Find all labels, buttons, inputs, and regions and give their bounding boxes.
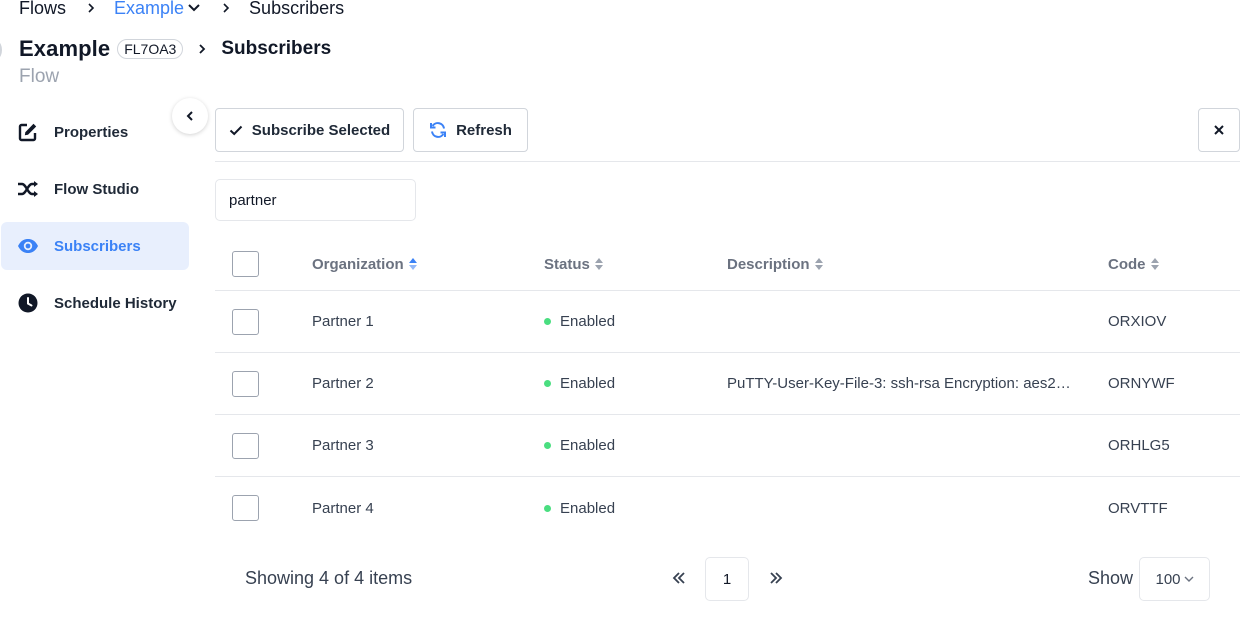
row-checkbox[interactable] xyxy=(232,308,259,335)
search-input[interactable] xyxy=(215,179,416,221)
table-row[interactable]: Partner 2 Enabled PuTTY-User-Key-File-3:… xyxy=(215,353,1240,415)
page-section-title: Subscribers xyxy=(221,38,332,59)
code-cell: ORXIOV xyxy=(1108,313,1167,330)
shuffle-icon xyxy=(17,178,39,200)
status-enabled-dot xyxy=(544,318,551,325)
last-page-button[interactable] xyxy=(761,566,791,590)
chevron-down-icon xyxy=(188,4,200,12)
status-text: Enabled xyxy=(560,375,616,392)
status-enabled-dot xyxy=(544,380,551,387)
subscribe-selected-button[interactable]: Subscribe Selected xyxy=(215,108,404,152)
table-header-row: Organization Status Description Code xyxy=(215,238,1240,291)
page-header: Example FL7OA3 Subscribers xyxy=(19,36,331,62)
row-checkbox[interactable] xyxy=(232,495,259,521)
sidebar-item-flow-studio[interactable]: Flow Studio xyxy=(1,165,189,213)
organization-cell: Partner 3 xyxy=(312,437,374,454)
sidebar-item-subscribers[interactable]: Subscribers xyxy=(1,222,189,270)
description-cell: PuTTY-User-Key-File-3: ssh-rsa Encryptio… xyxy=(727,375,1079,392)
double-chevron-right-icon xyxy=(770,572,783,584)
organization-cell: Partner 1 xyxy=(312,313,374,330)
organization-cell: Partner 2 xyxy=(312,375,374,392)
page-size-select[interactable]: 100 xyxy=(1139,557,1210,601)
page-size-label: Show xyxy=(1088,568,1134,588)
edge-handle xyxy=(0,42,2,58)
subscribe-selected-label: Subscribe Selected xyxy=(251,121,391,139)
column-header-status[interactable]: Status xyxy=(544,238,604,290)
table-row[interactable]: Partner 4 Enabled ORVTTF xyxy=(215,477,1240,539)
close-icon xyxy=(1214,125,1224,135)
close-button[interactable] xyxy=(1198,108,1240,152)
code-cell: ORNYWF xyxy=(1108,375,1175,392)
breadcrumb-flow-name: Example xyxy=(114,0,185,18)
sidebar-item-label: Flow Studio xyxy=(54,180,139,198)
status-enabled-dot xyxy=(544,504,551,512)
breadcrumb: Flows Example Subscribers xyxy=(19,0,344,20)
chevron-right-icon xyxy=(86,2,96,14)
page-number-button[interactable]: 1 xyxy=(705,557,749,601)
status-text: Enabled xyxy=(560,313,616,330)
row-checkbox[interactable] xyxy=(232,370,259,397)
column-header-description[interactable]: Description xyxy=(727,238,1092,290)
refresh-icon xyxy=(429,122,447,138)
page-size-value: 100 xyxy=(1155,570,1181,588)
sort-icon xyxy=(594,257,604,271)
sort-ascending-icon xyxy=(408,257,418,271)
breadcrumb-flows[interactable]: Flows xyxy=(19,0,66,19)
chevron-down-icon xyxy=(1184,576,1194,582)
chevron-right-icon xyxy=(197,43,207,55)
column-header-code[interactable]: Code xyxy=(1108,238,1160,290)
sidebar-item-label: Properties xyxy=(54,123,129,141)
sidebar-item-properties[interactable]: Properties xyxy=(1,108,189,156)
edit-icon xyxy=(17,121,39,143)
sidebar-item-label: Schedule History xyxy=(54,294,177,312)
clock-icon xyxy=(17,292,39,314)
status-enabled-dot xyxy=(544,442,551,449)
select-all-checkbox[interactable] xyxy=(232,251,259,277)
table-row[interactable]: Partner 3 Enabled ORHLG5 xyxy=(215,415,1240,477)
breadcrumb-current: Subscribers xyxy=(249,0,345,18)
refresh-button[interactable]: Refresh xyxy=(413,108,528,152)
double-chevron-left-icon xyxy=(672,572,685,584)
table-row[interactable]: Partner 1 Enabled ORXIOV xyxy=(215,291,1240,353)
refresh-label: Refresh xyxy=(456,121,512,139)
sidebar-item-label: Subscribers xyxy=(54,237,141,255)
sort-icon xyxy=(814,257,824,271)
sidebar-item-schedule-history[interactable]: Schedule History xyxy=(1,279,189,327)
flow-id-badge: FL7OA3 xyxy=(117,39,184,59)
eye-icon xyxy=(17,235,39,257)
sidebar-nav: Properties Flow Studio Subscribers Sched… xyxy=(1,108,189,336)
page-title: Example xyxy=(19,36,111,61)
first-page-button[interactable] xyxy=(664,566,694,590)
organization-cell: Partner 4 xyxy=(312,499,374,517)
toolbar-divider xyxy=(215,161,1240,162)
status-text: Enabled xyxy=(560,499,616,517)
pagination-summary: Showing 4 of 4 items xyxy=(245,568,413,588)
breadcrumb-flow-dropdown[interactable]: Example xyxy=(114,0,201,19)
column-header-organization[interactable]: Organization xyxy=(312,238,418,290)
chevron-right-icon xyxy=(221,2,231,14)
code-cell: ORHLG5 xyxy=(1108,437,1170,454)
page-subtitle: Flow xyxy=(19,66,60,87)
row-checkbox[interactable] xyxy=(232,432,259,459)
sort-icon xyxy=(1150,257,1160,271)
status-text: Enabled xyxy=(560,437,616,454)
check-icon xyxy=(229,125,243,136)
code-cell: ORVTTF xyxy=(1108,499,1168,517)
subscribers-table: Organization Status Description Code Par… xyxy=(215,238,1240,539)
